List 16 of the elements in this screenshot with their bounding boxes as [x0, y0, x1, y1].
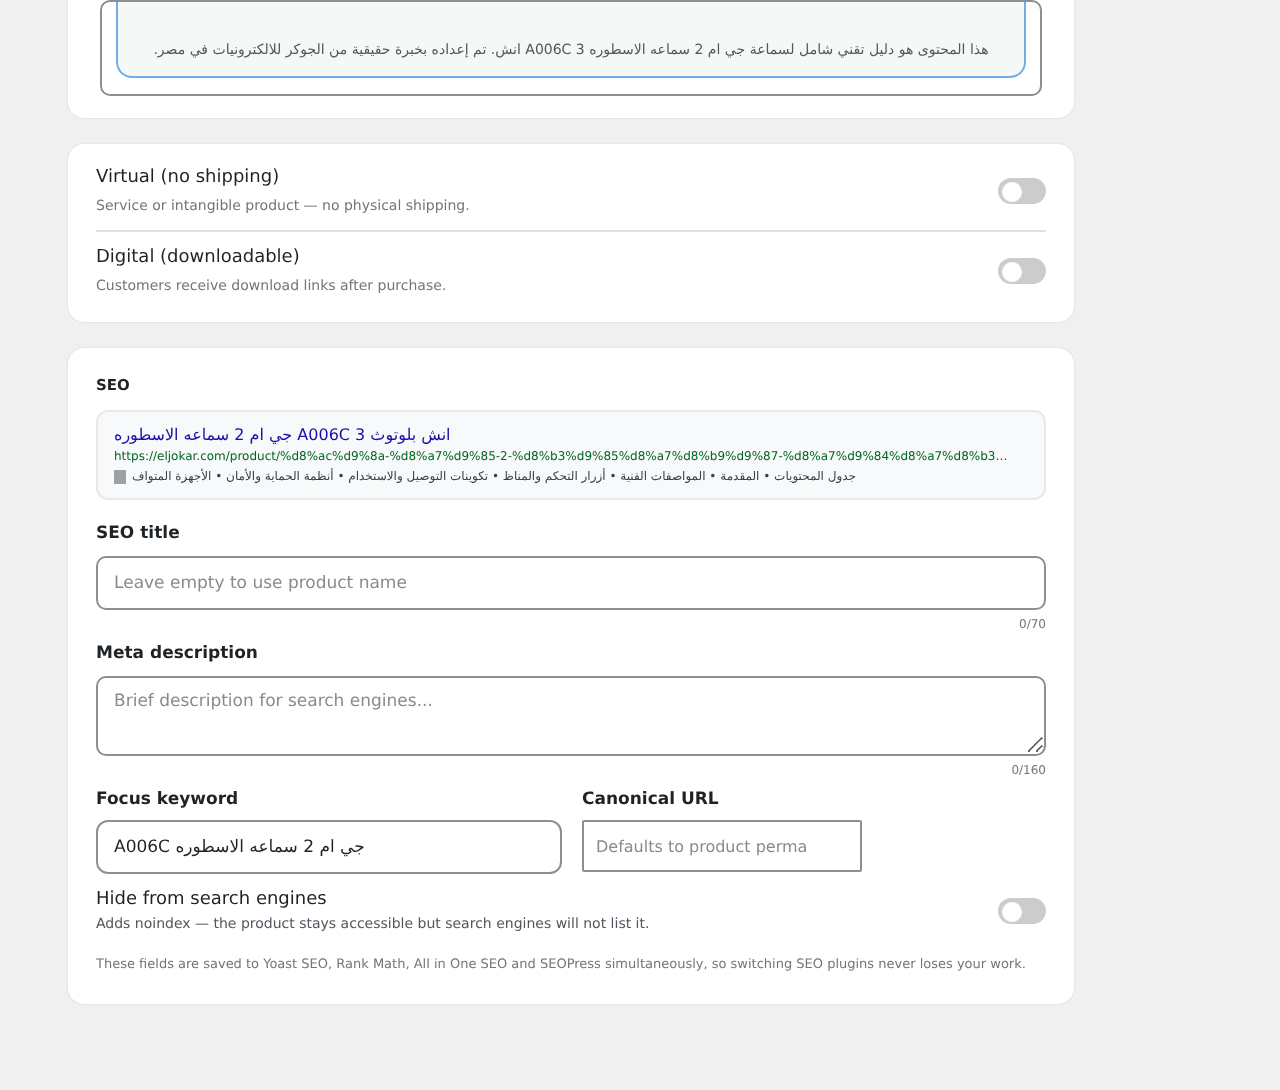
seo-title-field[interactable]: Leave empty to use product name: [96, 556, 1046, 610]
option-label: Virtual (no shipping): [96, 168, 282, 188]
toggle-switch[interactable]: [998, 258, 1046, 284]
field-label: Canonical URL: [582, 790, 721, 810]
toggle-switch[interactable]: [998, 178, 1046, 204]
canonical-url-field[interactable]: Defaults to product perma: [582, 820, 862, 872]
focus-keyword-field[interactable]: A006C جي ام 2 سماعه الاسطوره: [96, 820, 562, 874]
field-label: SEO title: [96, 524, 182, 544]
preview-title: انش بلوتوث 3 A006C جي ام 2 سماعه الاسطوره: [114, 426, 453, 444]
field-label: Focus keyword: [96, 790, 241, 810]
option-label: Digital (downloadable): [96, 248, 302, 268]
field-label: Meta description: [96, 644, 260, 664]
option-label: Hide from search engines: [96, 890, 329, 910]
document-icon: [114, 470, 126, 484]
toggle-switch[interactable]: [998, 898, 1046, 924]
meta-description-field[interactable]: Brief description for search engines...: [96, 676, 1046, 756]
